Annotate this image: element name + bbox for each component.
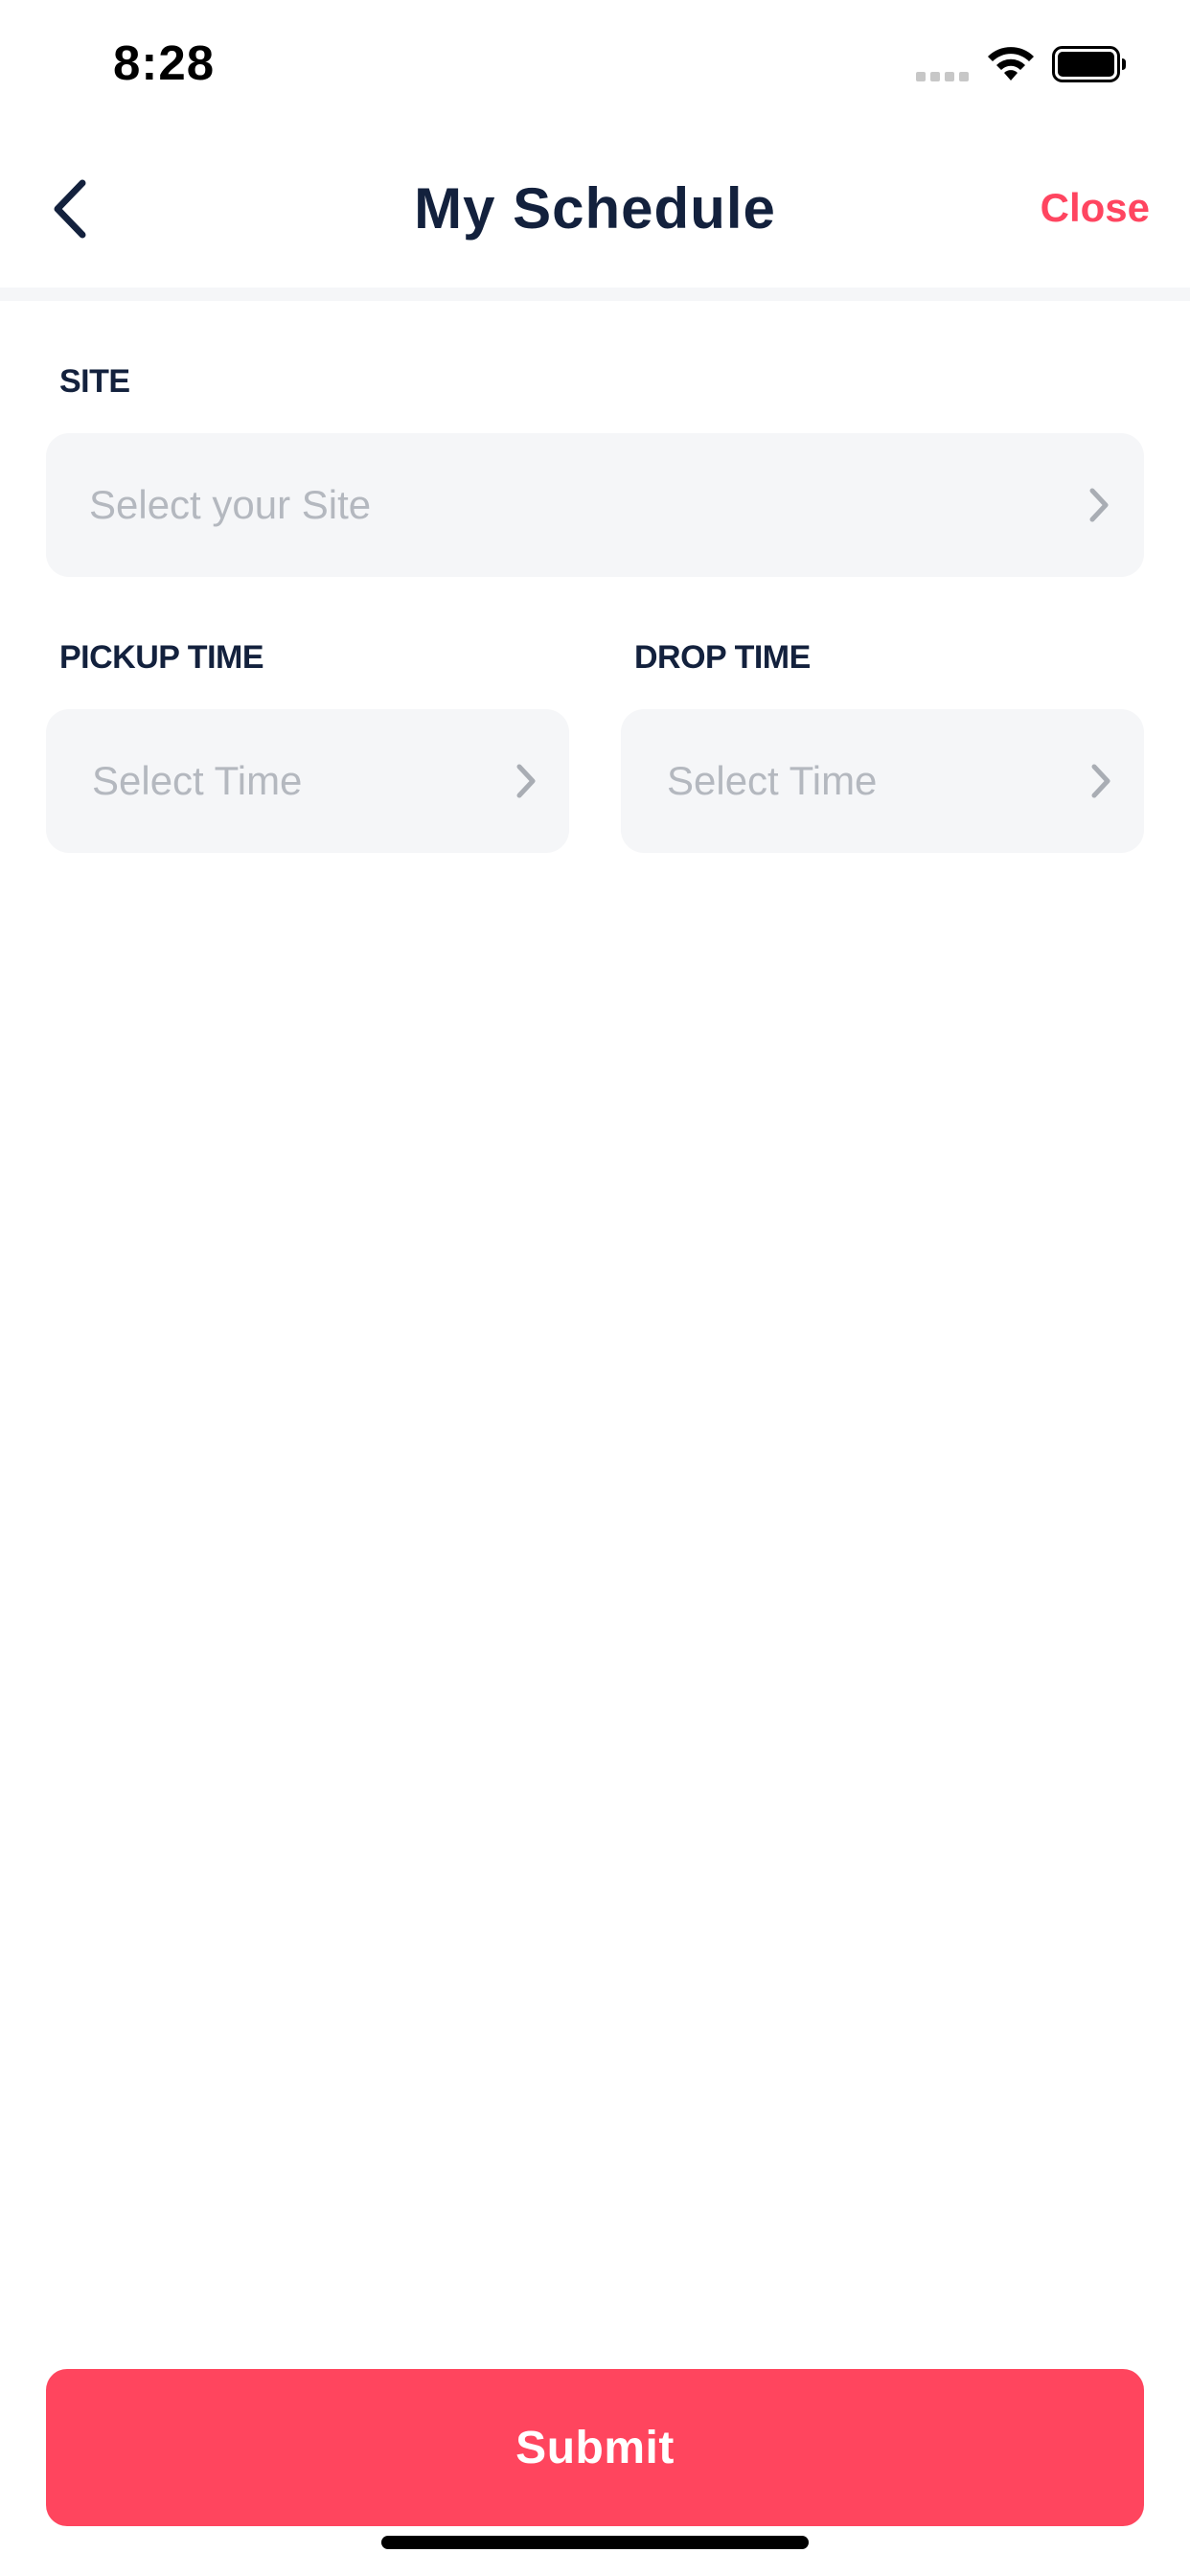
site-select[interactable]: Select your Site [46, 433, 1144, 577]
pickup-time-select[interactable]: Select Time [46, 709, 569, 853]
pickup-time-placeholder: Select Time [92, 758, 303, 803]
drop-time-placeholder: Select Time [667, 758, 878, 803]
home-indicator [381, 2536, 809, 2549]
pickup-time-label: PICKUP TIME [59, 639, 264, 676]
cellular-signal-icon [916, 72, 969, 81]
submit-button[interactable]: Submit [46, 2369, 1144, 2526]
chevron-right-icon [1089, 488, 1109, 522]
close-button[interactable]: Close [1041, 184, 1150, 232]
page-title: My Schedule [414, 176, 776, 241]
drop-time-select[interactable]: Select Time [621, 709, 1144, 853]
drop-time-label: DROP TIME [634, 639, 811, 676]
status-time: 8:28 [113, 35, 216, 90]
status-bar: 8:28 [0, 0, 1190, 134]
battery-icon [1052, 46, 1126, 82]
wifi-icon [988, 47, 1034, 80]
site-placeholder: Select your Site [89, 482, 372, 527]
navigation-bar: My Schedule Close [0, 134, 1190, 288]
chevron-right-icon [1091, 764, 1110, 798]
site-label: SITE [59, 363, 130, 400]
header-divider [0, 288, 1190, 301]
chevron-right-icon [516, 764, 536, 798]
